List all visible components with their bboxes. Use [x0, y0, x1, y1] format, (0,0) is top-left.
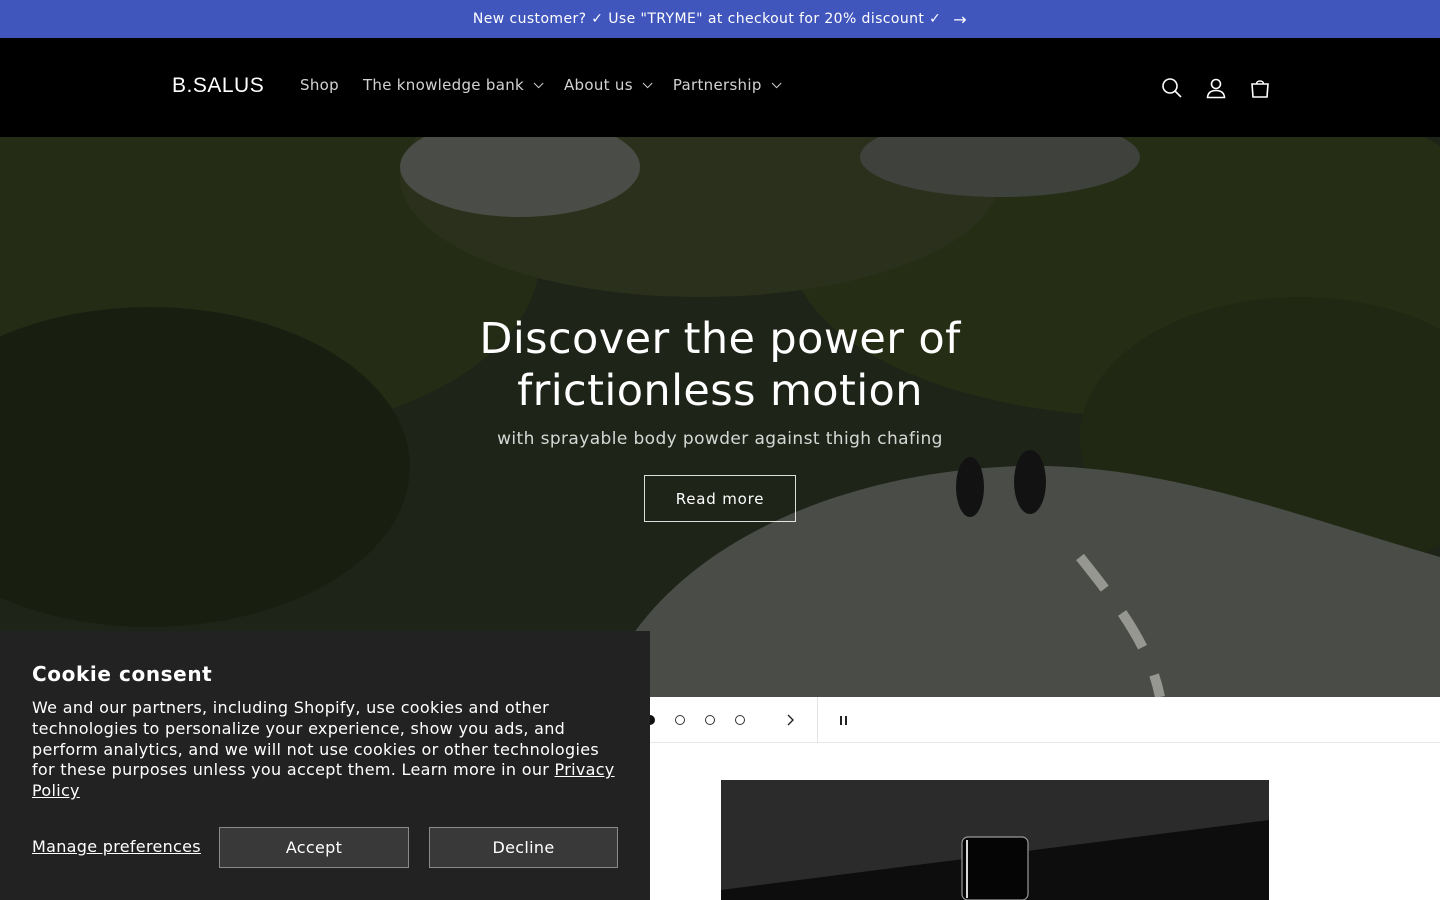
nav-item-label: Partnership [672, 76, 762, 94]
chevron-down-icon [642, 77, 653, 88]
arrow-right-icon[interactable]: → [953, 10, 967, 29]
decline-button[interactable]: Decline [429, 827, 618, 868]
slide-dot-2[interactable] [675, 715, 685, 725]
search-icon[interactable] [1150, 66, 1194, 110]
announcement-bar[interactable]: New customer? ✓ Use "TRYME" at checkout … [0, 0, 1440, 38]
cookie-consent-banner: Cookie consent We and our partners, incl… [0, 631, 650, 900]
hero-slide: Discover the power of frictionless motio… [0, 137, 1440, 697]
hero-subtitle: with sprayable body powder against thigh… [497, 429, 943, 449]
nav-item-label: The knowledge bank [362, 76, 524, 94]
logo[interactable]: B.SALUS [172, 74, 264, 98]
read-more-button[interactable]: Read more [644, 475, 796, 522]
accept-button[interactable]: Accept [219, 827, 409, 868]
site-header: B.SALUS Shop The knowledge bank About us… [0, 38, 1440, 137]
manage-preferences-link[interactable]: Manage preferences [32, 837, 201, 856]
cookie-title: Cookie consent [32, 662, 213, 686]
cookie-body: We and our partners, including Shopify, … [32, 698, 622, 802]
nav-item-shop[interactable]: Shop [288, 76, 351, 94]
pause-icon [844, 715, 847, 725]
nav-item-label: Shop [300, 76, 339, 94]
hero-background-image [0, 137, 1440, 697]
cart-icon[interactable] [1238, 66, 1282, 110]
chevron-right-icon [787, 714, 794, 726]
product-bottle-image [721, 780, 1269, 900]
nav-item-knowledge-bank[interactable]: The knowledge bank [351, 76, 552, 94]
nav-item-label: About us [563, 76, 633, 94]
pause-slideshow-button[interactable] [832, 707, 854, 733]
main-nav: Shop The knowledge bank About us Partner… [288, 76, 790, 94]
next-slide-button[interactable] [778, 707, 802, 733]
pause-icon [839, 715, 842, 725]
slide-dot-3[interactable] [705, 715, 715, 725]
hero-title: Discover the power of frictionless motio… [479, 314, 961, 416]
announcement-text: New customer? ✓ Use "TRYME" at checkout … [472, 11, 942, 27]
chevron-down-icon [771, 77, 782, 88]
header-icons [1150, 66, 1282, 110]
chevron-down-icon [533, 77, 544, 88]
cookie-body-text: We and our partners, including Shopify, … [32, 698, 599, 780]
slide-dot-4[interactable] [735, 715, 745, 725]
product-image[interactable] [721, 780, 1269, 900]
nav-item-about-us[interactable]: About us [552, 76, 661, 94]
nav-item-partnership[interactable]: Partnership [661, 76, 790, 94]
account-icon[interactable] [1194, 66, 1238, 110]
divider [817, 697, 818, 743]
